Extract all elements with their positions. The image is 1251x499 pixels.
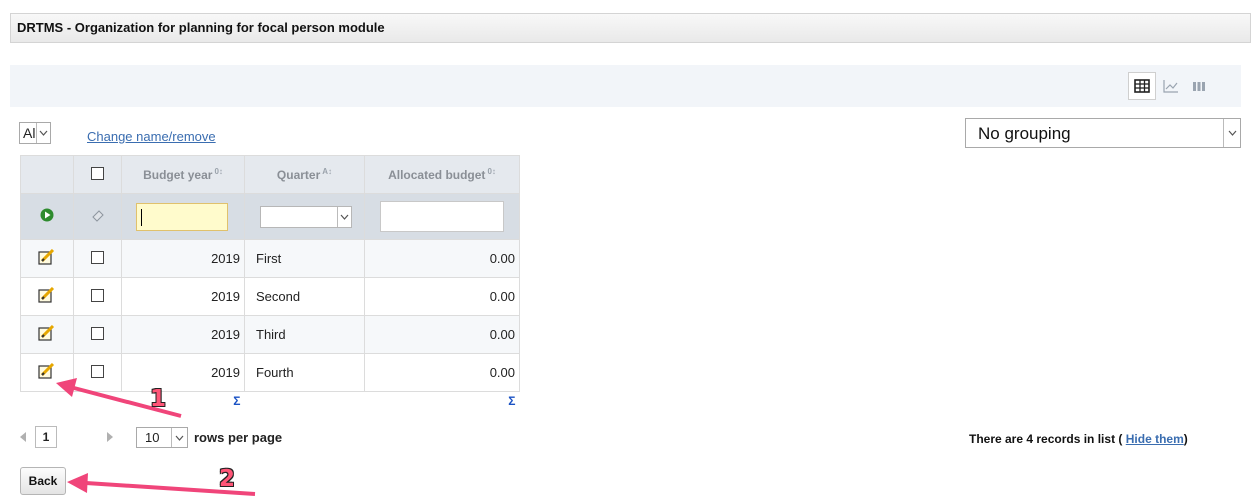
annotation-arrowhead-2 xyxy=(67,473,88,493)
annotation-marker-2: 2 xyxy=(219,466,236,492)
annotation-arrows xyxy=(56,378,256,496)
annotation-arrowhead-1 xyxy=(56,378,77,397)
annotation-marker-1: 1 xyxy=(150,386,167,412)
